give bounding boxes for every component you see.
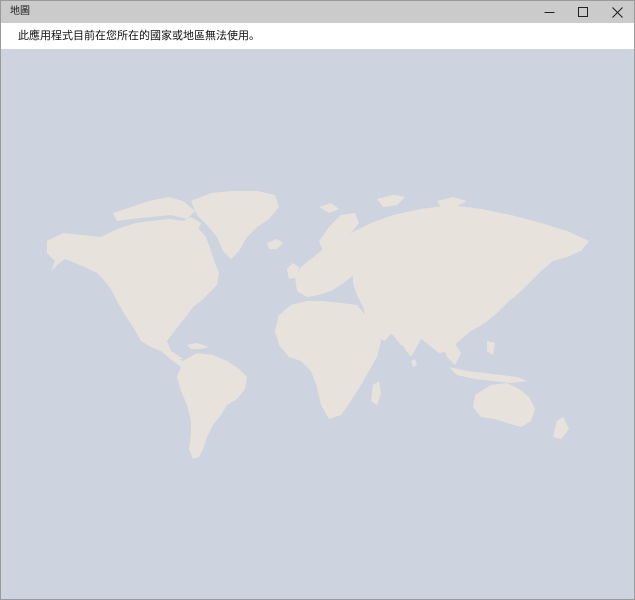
land-novaya-zemlya [377,195,405,207]
land-iceland [267,239,283,249]
land-australia [473,383,535,427]
land-caribbean [187,343,209,349]
world-map-canvas [47,191,589,459]
land-madagascar [371,381,381,405]
window-title: 地圖 [10,6,30,17]
land-arctic-islands [113,197,195,221]
land-svalbard [319,203,339,213]
maximize-button[interactable] [566,1,600,23]
close-button[interactable] [600,1,634,23]
app-window: 地圖 此應用程式目前在您所在的國家或地區無法使用。 [0,0,635,600]
unavailable-message: 此應用程式目前在您所在的國家或地區無法使用。 [18,29,260,42]
title-bar[interactable]: 地圖 [1,1,634,23]
minimize-icon [544,11,554,13]
close-icon [611,6,623,18]
land-india [397,321,425,357]
maximize-icon [577,6,588,17]
land-siberian-isles [437,197,467,207]
land-north-america [47,219,219,359]
land-new-zealand [553,417,569,439]
land-philippines [487,341,495,355]
minimize-button[interactable] [532,1,566,23]
land-indonesia [449,367,527,383]
world-map[interactable] [1,49,634,599]
land-south-america [177,353,247,459]
land-small-islands [411,359,417,367]
unavailable-notice-bar: 此應用程式目前在您所在的國家或地區無法使用。 [1,23,634,49]
land-africa [275,301,381,419]
